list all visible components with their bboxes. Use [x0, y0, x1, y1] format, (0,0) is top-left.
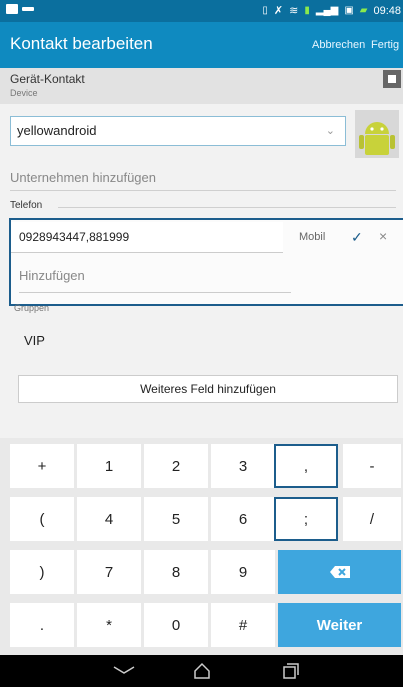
message-icon [6, 4, 18, 14]
key[interactable]: . [10, 603, 74, 647]
key[interactable]: * [77, 603, 141, 647]
phone-number-value: 0928943447,881999 [19, 230, 130, 244]
key[interactable]: , [274, 444, 338, 488]
add-phone-field[interactable]: Hinzufügen [19, 268, 85, 283]
groups-section-label: Gruppen [14, 303, 50, 313]
name-field-value: yellowandroid [17, 123, 97, 138]
vibrate-icon: ▯ [262, 5, 268, 16]
key[interactable]: 9 [211, 550, 275, 594]
page-title: Kontakt bearbeiten [10, 34, 153, 53]
phone-type-select[interactable]: Mobil [299, 231, 325, 243]
done-button[interactable]: Fertig [371, 39, 399, 51]
account-header: Gerät-Kontakt Device [0, 68, 403, 104]
key[interactable]: / [343, 497, 401, 541]
phone-section-divider [58, 207, 396, 208]
add-phone-underline [19, 292, 291, 293]
key[interactable]: ) [10, 550, 74, 594]
numeric-keyboard: + 1 2 3 , - ( 4 5 6 ; / ) 7 8 9 . * 0 # … [0, 438, 403, 655]
key[interactable]: ; [274, 497, 338, 541]
signal-icon: ▂▄▆ [315, 5, 339, 16]
key[interactable]: 3 [211, 444, 275, 488]
navigation-bar [0, 655, 403, 687]
chevron-down-icon[interactable]: ✓ [351, 229, 363, 246]
wifi-icon: ≋ [289, 5, 299, 17]
phone-number-input[interactable]: 0928943447,881999 [11, 222, 283, 253]
cancel-button[interactable]: Abbrechen [312, 39, 365, 51]
backspace-icon [329, 566, 350, 578]
notification-icon [22, 7, 34, 11]
app-bar: Kontakt bearbeiten Abbrechen Fertig [0, 22, 403, 68]
remove-phone-icon[interactable]: × [379, 228, 387, 244]
status-bar: ▯ ✗ ≋ ▮ ▂▄▆ ▣ ▰ 09:48 [0, 0, 403, 22]
add-field-button[interactable]: Weiteres Feld hinzufügen [18, 375, 398, 403]
key[interactable]: 8 [144, 550, 208, 594]
key[interactable]: 1 [77, 444, 141, 488]
recent-apps-icon[interactable] [282, 662, 300, 680]
home-icon[interactable] [192, 661, 212, 681]
status-time: 09:48 [373, 4, 401, 17]
android-icon [355, 110, 399, 158]
key[interactable]: 6 [211, 497, 275, 541]
account-subtitle: Device [10, 88, 38, 98]
company-underline [10, 190, 396, 191]
mute-icon: ✗ [273, 5, 284, 17]
backspace-key[interactable] [278, 550, 401, 594]
key[interactable]: 5 [144, 497, 208, 541]
key[interactable]: # [211, 603, 275, 647]
account-type-icon [383, 70, 401, 88]
chevron-down-icon[interactable]: ⌄ [326, 124, 335, 137]
sim-icon: ▣ [344, 5, 354, 16]
key[interactable]: 4 [77, 497, 141, 541]
group-value[interactable]: VIP [24, 333, 45, 348]
back-icon[interactable] [112, 665, 136, 675]
battery-icon: ▰ [359, 5, 368, 16]
key[interactable]: - [343, 444, 401, 488]
company-field[interactable]: Unternehmen hinzufügen [10, 170, 156, 185]
key[interactable]: + [10, 444, 74, 488]
next-key[interactable]: Weiter [278, 603, 401, 647]
key[interactable]: 0 [144, 603, 208, 647]
phone-section-label: Telefon [10, 200, 43, 211]
contact-photo[interactable] [355, 110, 399, 158]
key[interactable]: 7 [77, 550, 141, 594]
name-field[interactable]: yellowandroid ⌄ [10, 116, 346, 146]
account-name: Gerät-Kontakt [10, 72, 85, 86]
key[interactable]: 2 [144, 444, 208, 488]
key[interactable]: ( [10, 497, 74, 541]
data-icon: ▮ [304, 5, 310, 16]
phone-editor: 0928943447,881999 Mobil ✓ × Hinzufügen [9, 218, 403, 306]
